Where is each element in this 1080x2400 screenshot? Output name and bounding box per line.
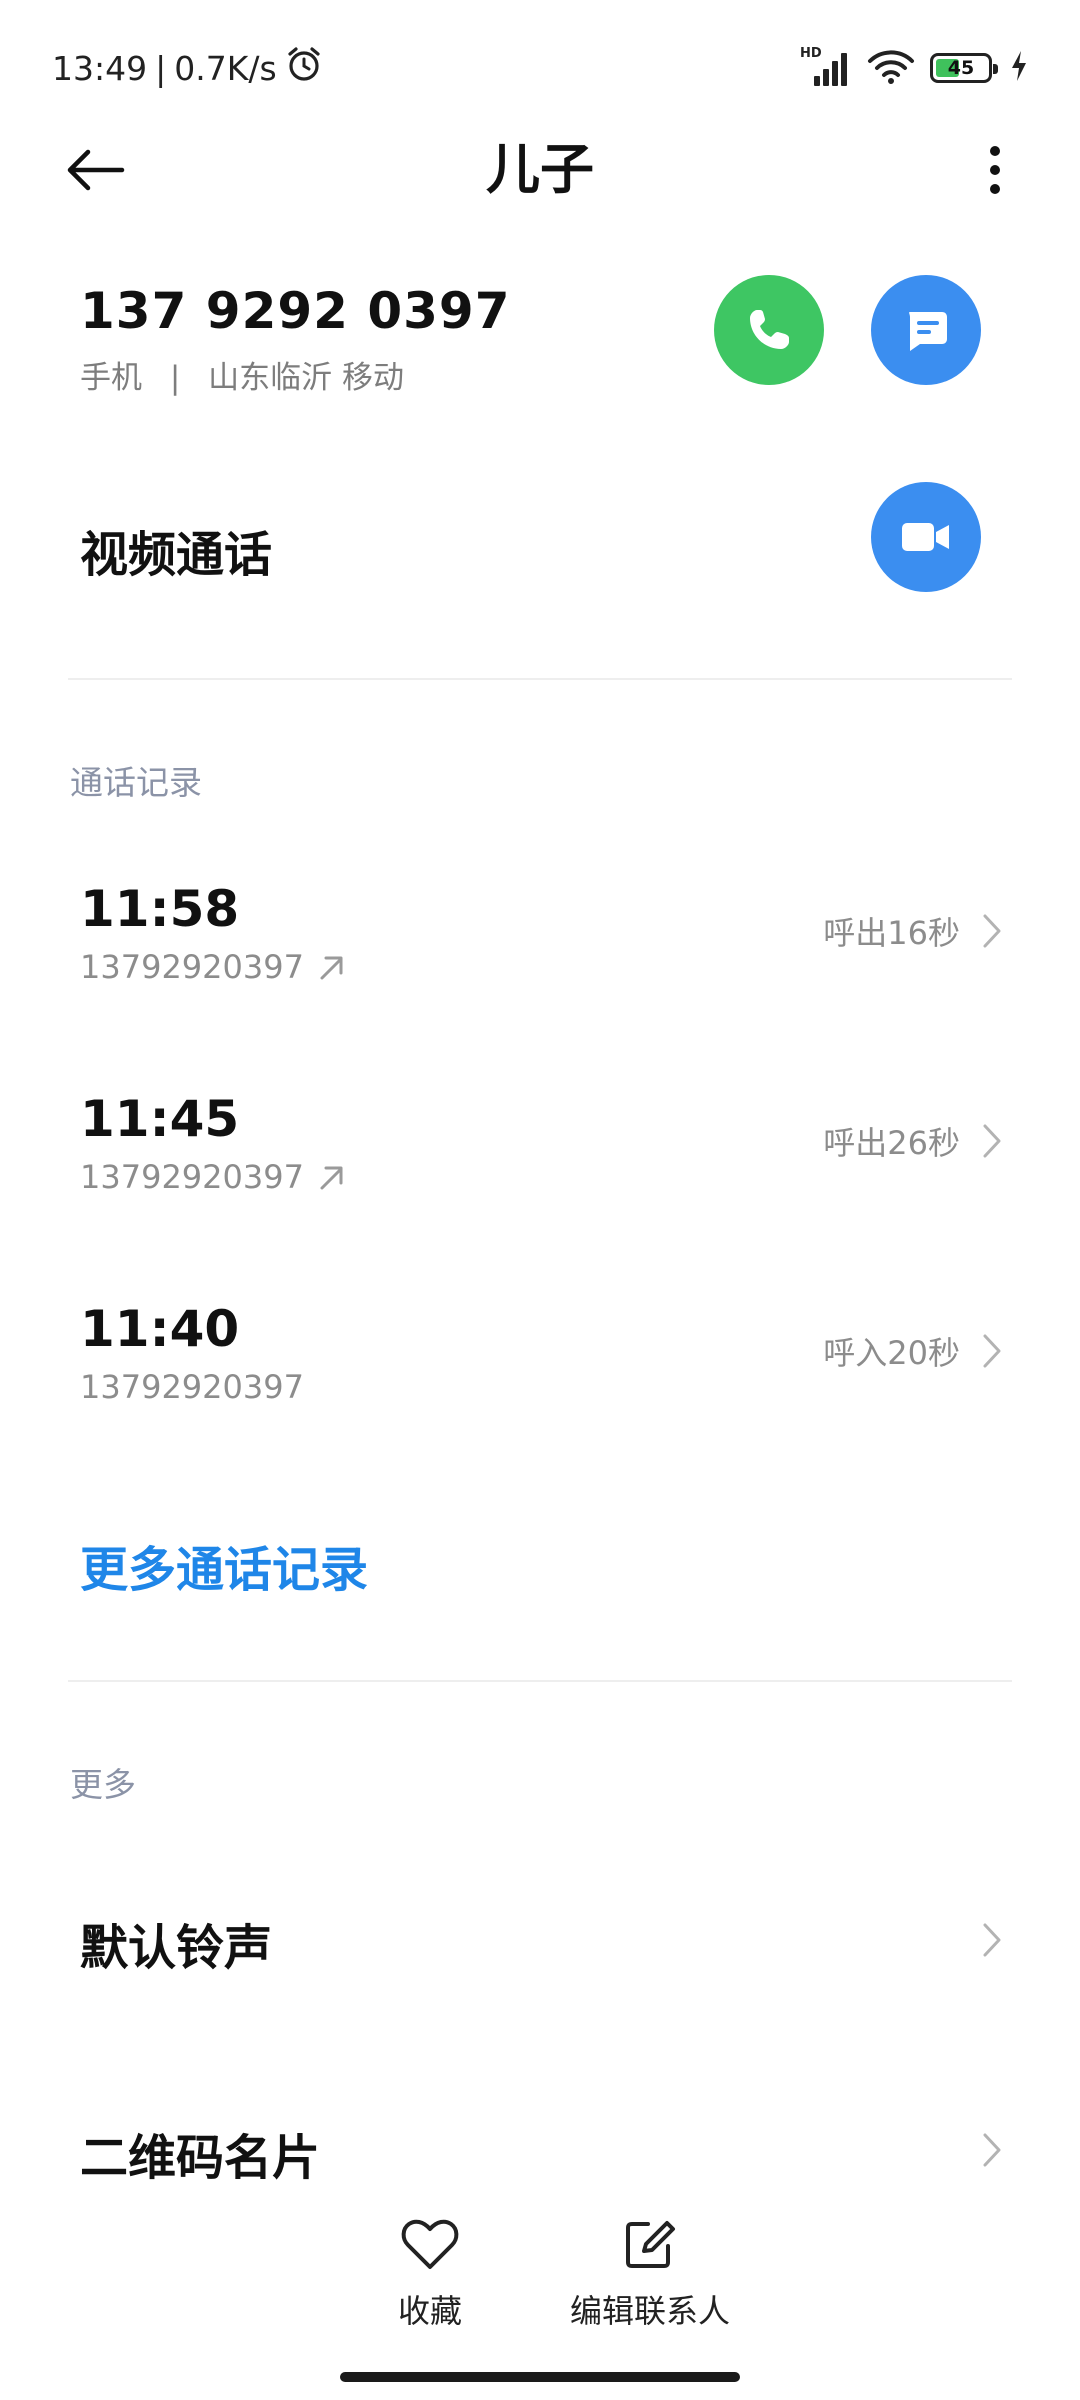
qr-card-label: 二维码名片 — [80, 2130, 321, 2186]
alarm-icon — [285, 45, 323, 91]
video-call-label: 视频通话 — [80, 527, 273, 583]
video-call-button[interactable] — [871, 482, 981, 592]
message-icon — [909, 312, 947, 351]
chevron-right-icon — [983, 2133, 1001, 2167]
outgoing-arrow-icon — [320, 1166, 343, 1190]
phone-icon — [750, 310, 789, 349]
call-time: 11:45 — [80, 1090, 240, 1148]
video-camera-icon — [902, 523, 949, 551]
phone-location: 山东临沂 移动 — [208, 360, 405, 396]
edit-contact-button[interactable]: 编辑联系人 — [550, 2218, 750, 2332]
more-call-log-link[interactable]: 更多通话记录 — [80, 1530, 368, 1600]
status-bar-left: 13:49 | 0.7K/s — [52, 42, 323, 94]
call-time: 11:58 — [80, 880, 240, 938]
call-number: 13792920397 — [80, 1158, 304, 1196]
call-number-row: 13792920397 — [80, 1158, 348, 1196]
more-vertical-icon — [990, 146, 1000, 194]
call-duration: 呼出26秒 — [823, 1124, 960, 1162]
phone-number[interactable]: 137 9292 0397 — [80, 282, 511, 340]
divider — [68, 1680, 1012, 1682]
overflow-menu-button[interactable] — [970, 135, 1020, 205]
call-log-row[interactable]: 11:45 13792920397 呼出26秒 — [0, 1080, 1080, 1230]
call-duration: 呼入20秒 — [823, 1334, 960, 1372]
call-number-row: 13792920397 — [80, 948, 348, 986]
chevron-right-icon — [983, 1124, 1001, 1158]
ringtone-label: 默认铃声 — [80, 1920, 273, 1976]
heart-icon — [401, 2219, 459, 2269]
outgoing-arrow-icon — [320, 956, 343, 980]
status-time: 13:49 — [52, 48, 148, 88]
call-number: 13792920397 — [80, 948, 304, 986]
call-log-row[interactable]: 11:58 13792920397 呼出16秒 — [0, 870, 1080, 1020]
phone-info: 手机 | 山东临沂 移动 — [80, 352, 404, 397]
call-duration: 呼出16秒 — [823, 914, 960, 952]
divider — [68, 678, 1012, 680]
qr-card-row[interactable]: 二维码名片 — [0, 2090, 1080, 2210]
favorite-button[interactable]: 收藏 — [330, 2218, 530, 2332]
message-button[interactable] — [871, 275, 981, 385]
more-section-heading: 更多 — [70, 1765, 136, 1804]
favorite-label: 收藏 — [397, 2292, 462, 2330]
status-speed: 0.7K/s — [174, 48, 277, 88]
call-number: 13792920397 — [80, 1368, 304, 1406]
bottom-bar — [0, 2200, 1080, 2400]
call-number-row: 13792920397 — [80, 1368, 304, 1406]
edit-icon — [626, 2221, 675, 2268]
charging-icon — [1010, 50, 1028, 86]
wifi-icon — [866, 47, 916, 89]
call-button[interactable] — [714, 275, 824, 385]
chevron-right-icon — [983, 1334, 1001, 1368]
call-detail: 呼入20秒 — [823, 1328, 1004, 1374]
call-time: 11:40 — [80, 1300, 240, 1358]
page-title: 儿子 — [486, 138, 594, 201]
battery-level: 45 — [947, 57, 975, 79]
chevron-right-icon — [983, 1923, 1001, 1957]
status-bar-right: HD 45 — [800, 40, 1028, 96]
call-detail: 呼出26秒 — [823, 1118, 1004, 1164]
phone-type: 手机 — [80, 360, 142, 396]
phone-info-divider: | — [169, 360, 181, 396]
home-indicator[interactable] — [340, 2372, 740, 2382]
call-log-row[interactable]: 11:40 13792920397 呼入20秒 — [0, 1290, 1080, 1440]
chevron-right-icon — [983, 914, 1001, 948]
ringtone-row[interactable]: 默认铃声 — [0, 1880, 1080, 2000]
call-log-heading: 通话记录 — [70, 763, 202, 802]
status-separator: | — [155, 48, 167, 88]
battery-icon: 45 — [930, 53, 998, 83]
edit-contact-label: 编辑联系人 — [569, 2292, 730, 2330]
signal-icon: HD — [800, 46, 852, 88]
call-detail: 呼出16秒 — [823, 908, 1004, 954]
